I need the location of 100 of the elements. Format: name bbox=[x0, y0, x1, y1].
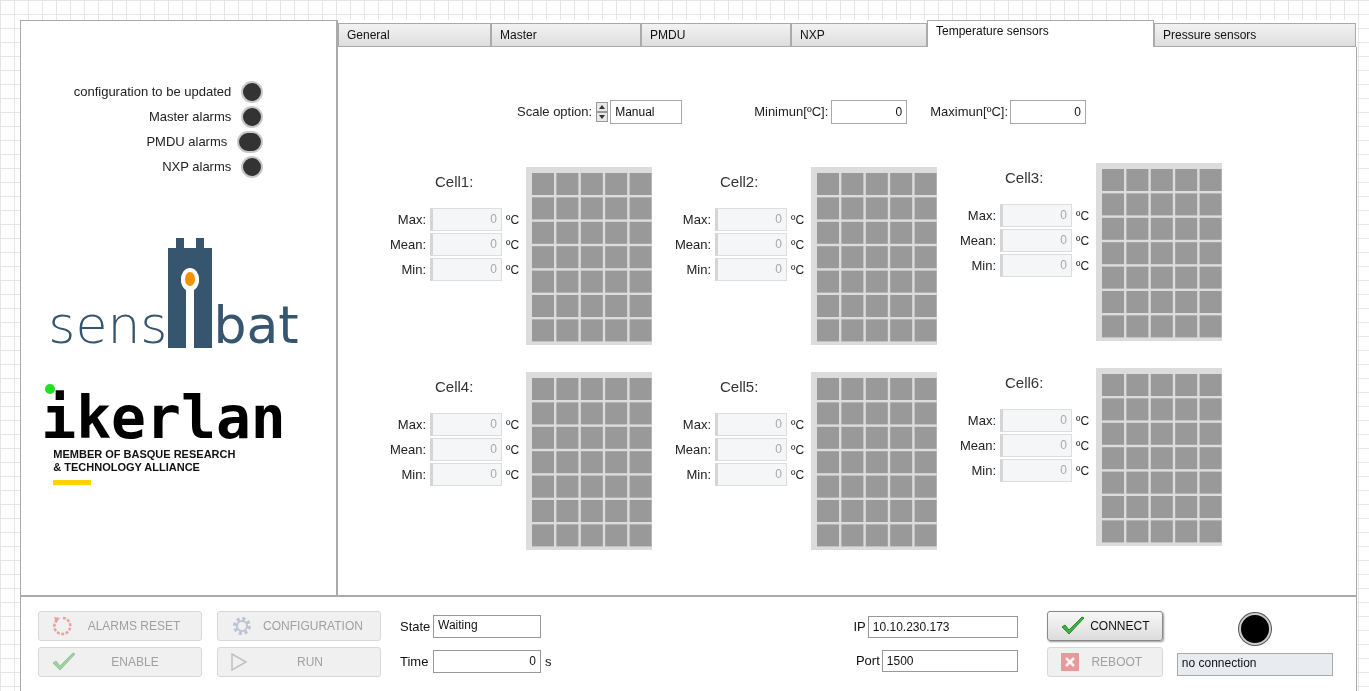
stat-field: 0 bbox=[715, 463, 787, 486]
caret-down-icon bbox=[599, 115, 606, 119]
logo-text: sens bbox=[48, 302, 168, 348]
unit-label: ºC bbox=[1076, 462, 1090, 480]
field-label: IP bbox=[853, 618, 866, 637]
tagline-text: MEMBER OF BASQUE RESEARCH bbox=[53, 448, 237, 461]
tab[interactable]: NXP bbox=[791, 23, 927, 47]
stat-field: 0 bbox=[1000, 409, 1072, 432]
stat-label: Min: bbox=[685, 260, 712, 279]
stat-label: Max: bbox=[966, 206, 997, 225]
stat-field: 0 bbox=[715, 438, 787, 461]
indicator-label: Master alarms bbox=[148, 108, 232, 127]
unit-label: ºC bbox=[506, 416, 520, 434]
scale-field[interactable]: Manual bbox=[610, 100, 683, 124]
maximum-field[interactable]: 0 bbox=[1010, 100, 1086, 124]
unit-label: ºC bbox=[791, 211, 805, 229]
time-field: 0 bbox=[433, 650, 541, 673]
unit-label: ºC bbox=[1076, 232, 1090, 250]
cell-title: Cell1: bbox=[435, 172, 475, 192]
unit-label: ºC bbox=[791, 236, 805, 254]
stat-field: 0 bbox=[1000, 459, 1072, 482]
unit-label: ºC bbox=[791, 416, 805, 434]
unit-label: ºC bbox=[506, 236, 520, 254]
stat-label: Min: bbox=[400, 260, 427, 279]
indicator-label: configuration to be updated bbox=[73, 83, 232, 102]
cell-title: Cell6: bbox=[1005, 373, 1045, 393]
field-label: Minimun[ºC]: bbox=[754, 103, 829, 122]
unit-label: ºC bbox=[506, 441, 520, 459]
push-button[interactable]: CONNECT bbox=[1046, 611, 1163, 641]
unit-label: ºC bbox=[1076, 257, 1090, 275]
tab[interactable]: Pressure sensors bbox=[1154, 23, 1356, 47]
cell-title: Cell4: bbox=[435, 377, 475, 397]
spin-up-button[interactable] bbox=[596, 102, 609, 112]
tab[interactable]: PMDU bbox=[641, 23, 791, 47]
ip-field[interactable]: 10.10.230.173 bbox=[867, 616, 1018, 638]
unit-label: ºC bbox=[506, 261, 520, 279]
stat-label: Max: bbox=[681, 415, 712, 434]
unit-label: ºC bbox=[791, 466, 805, 484]
unit-label: ºC bbox=[791, 441, 805, 459]
check-icon bbox=[51, 651, 77, 673]
stat-label: Min: bbox=[400, 465, 427, 484]
unit-label: ºC bbox=[1076, 207, 1090, 225]
stat-label: Min: bbox=[970, 461, 997, 480]
stat-field: 0 bbox=[1000, 204, 1072, 227]
stat-label: Max: bbox=[681, 210, 712, 229]
stat-field: 0 bbox=[1000, 254, 1072, 277]
stat-label: Mean: bbox=[960, 436, 998, 455]
stat-field: 0 bbox=[1000, 434, 1072, 457]
stat-label: Mean: bbox=[390, 440, 428, 459]
unit-label: s bbox=[545, 652, 552, 671]
spin-down-button[interactable] bbox=[596, 112, 609, 122]
stat-field: 0 bbox=[1000, 229, 1072, 252]
cell-title: Cell2: bbox=[720, 172, 760, 192]
cell-title: Cell3: bbox=[1005, 168, 1045, 188]
unit-label: ºC bbox=[1076, 437, 1090, 455]
stat-label: Min: bbox=[685, 465, 712, 484]
stat-field: 0 bbox=[430, 208, 502, 231]
stat-label: Max: bbox=[966, 411, 997, 430]
tagline-text: & TECHNOLOGY ALLIANCE bbox=[53, 461, 201, 474]
stat-label: Mean: bbox=[675, 235, 713, 254]
stat-label: Max: bbox=[396, 210, 427, 229]
stat-field: 0 bbox=[430, 258, 502, 281]
state-field: Waiting bbox=[433, 615, 541, 638]
stat-field: 0 bbox=[430, 463, 502, 486]
reset-icon bbox=[51, 614, 75, 638]
check-icon bbox=[1059, 615, 1086, 637]
stat-field: 0 bbox=[715, 413, 787, 436]
field-label: State bbox=[400, 617, 432, 636]
field-label: Maximun[ºC]: bbox=[930, 103, 1008, 122]
field-label: Port bbox=[855, 652, 880, 671]
port-field[interactable]: 1500 bbox=[881, 650, 1018, 672]
unit-label: ºC bbox=[506, 211, 520, 229]
underline-bar bbox=[53, 480, 92, 485]
stat-field: 0 bbox=[430, 413, 502, 436]
stat-label: Mean: bbox=[675, 440, 713, 459]
unit-label: ºC bbox=[791, 261, 805, 279]
field-label: Time bbox=[400, 652, 430, 671]
cell-title: Cell5: bbox=[720, 377, 760, 397]
tab[interactable]: General bbox=[338, 23, 491, 47]
tower-icon bbox=[168, 238, 213, 348]
indicator-label: NXP alarms bbox=[162, 158, 232, 177]
stat-field: 0 bbox=[715, 233, 787, 256]
play-icon bbox=[230, 652, 248, 672]
tab[interactable]: Master bbox=[491, 23, 641, 47]
minimum-field[interactable]: 0 bbox=[831, 100, 908, 124]
unit-label: ºC bbox=[506, 466, 520, 484]
stat-field: 0 bbox=[715, 258, 787, 281]
gear-icon bbox=[230, 614, 254, 638]
caret-up-icon bbox=[599, 105, 606, 109]
stat-label: Mean: bbox=[960, 231, 998, 250]
stat-label: Min: bbox=[970, 256, 997, 275]
tab[interactable]: Temperature sensors bbox=[927, 20, 1154, 47]
logo-text: bat bbox=[213, 302, 299, 348]
stat-label: Mean: bbox=[390, 235, 428, 254]
status-field: no connection bbox=[1176, 652, 1333, 676]
close-icon bbox=[1059, 652, 1080, 672]
stat-field: 0 bbox=[715, 208, 787, 231]
stat-field: 0 bbox=[430, 233, 502, 256]
field-label: Scale option: bbox=[517, 103, 593, 122]
stat-field: 0 bbox=[430, 438, 502, 461]
